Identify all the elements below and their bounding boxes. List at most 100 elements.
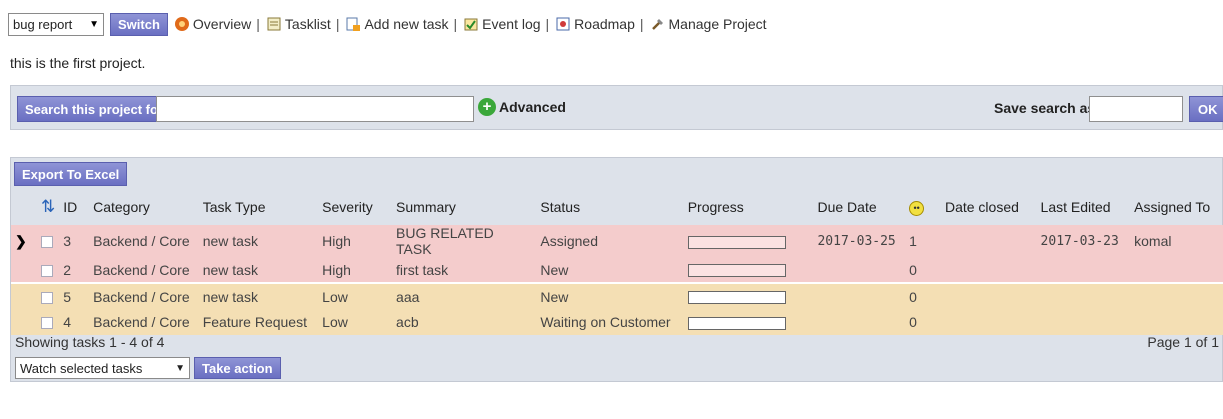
task-type: new task [198, 257, 319, 284]
task-last-edited: 2017-03-23 [1036, 225, 1131, 257]
smiley-icon: •• [909, 201, 925, 216]
column-header-due-date[interactable]: Due Date [813, 189, 905, 225]
column-header-assigned-to[interactable]: Assigned To [1130, 189, 1223, 225]
save-search-label: Save search as [994, 100, 1096, 116]
add-new-task-link[interactable]: Add new task [345, 16, 449, 32]
table-row[interactable]: 5 Backend / Core new task Low aaa New 0 [11, 283, 1223, 309]
task-summary-link[interactable]: first task [392, 257, 537, 284]
task-assigned-to [1130, 257, 1223, 284]
bulk-action-bar: Watch selected tasks ▼ Take action [11, 355, 1223, 381]
toggle-all-header[interactable]: ⇅ [37, 189, 59, 225]
column-header-task-type[interactable]: Task Type [199, 189, 318, 225]
column-header-summary[interactable]: Summary [392, 189, 536, 225]
progress-bar [687, 235, 786, 249]
manage-project-label: Manage Project [668, 16, 767, 32]
task-status: Assigned [536, 225, 684, 257]
add-task-icon [346, 17, 361, 31]
row-checkbox[interactable] [40, 236, 53, 249]
task-due-date [813, 257, 906, 284]
roadmap-label: Roadmap [574, 16, 635, 32]
bulk-action-value: Watch selected tasks [20, 360, 143, 376]
row-checkbox[interactable] [40, 291, 53, 304]
column-header-id[interactable]: ID [59, 189, 89, 225]
task-last-edited [1036, 309, 1131, 335]
separator: | [256, 16, 260, 32]
bulk-action-select[interactable]: Watch selected tasks ▼ [15, 357, 190, 379]
task-assigned-to: komal [1130, 225, 1223, 257]
task-id: 2 [59, 257, 90, 284]
task-progress [683, 283, 814, 309]
dropdown-arrow-icon: ▼ [89, 18, 99, 30]
task-due-date: 2017-03-25 [813, 225, 906, 257]
event-log-link[interactable]: Event log [463, 16, 541, 32]
project-select[interactable]: bug report ▼ [8, 12, 104, 36]
table-row[interactable]: 2 Backend / Core new task High first tas… [11, 257, 1223, 284]
chevron-right-icon: ❯ [15, 232, 27, 249]
task-date-closed [940, 225, 1037, 257]
separator: | [545, 16, 550, 32]
page-indicator: Page 1 of 1 [1147, 334, 1219, 350]
task-category: Backend / Core [89, 283, 199, 309]
row-checkbox-cell[interactable] [36, 225, 60, 257]
roadmap-link[interactable]: Roadmap [555, 16, 635, 32]
task-severity: High [318, 257, 393, 284]
row-checkbox[interactable] [40, 317, 53, 330]
task-last-edited [1036, 257, 1131, 284]
task-summary-link[interactable]: BUG RELATED TASK [392, 225, 537, 257]
search-project-button[interactable]: Search this project for [17, 96, 171, 122]
row-checkbox-cell[interactable] [36, 257, 60, 284]
task-date-closed [940, 309, 1037, 335]
row-checkbox-cell[interactable] [36, 283, 60, 309]
task-category: Backend / Core [89, 257, 199, 284]
tasklist-link[interactable]: Tasklist [266, 16, 331, 32]
project-toolbar: bug report ▼ Switch Overview | Tasklist … [8, 12, 767, 36]
row-checkbox-cell[interactable] [36, 309, 60, 335]
export-to-excel-button[interactable]: Export To Excel [14, 162, 128, 186]
column-header-date-closed[interactable]: Date closed [941, 189, 1037, 225]
separator: | [453, 16, 458, 32]
row-checkbox[interactable] [40, 264, 53, 277]
task-category: Backend / Core [89, 309, 199, 335]
save-search-input[interactable] [1089, 96, 1183, 122]
column-header-last-edited[interactable]: Last Edited [1037, 189, 1131, 225]
search-bar: Search this project for + Advanced Save … [10, 85, 1223, 130]
task-status: Waiting on Customer [536, 309, 684, 335]
search-input[interactable] [156, 96, 474, 122]
task-severity: High [318, 225, 393, 257]
table-row[interactable]: ❯ 3 Backend / Core new task High BUG REL… [11, 225, 1223, 257]
task-due-date [813, 283, 906, 309]
switch-button[interactable]: Switch [110, 12, 168, 36]
task-severity: Low [318, 309, 393, 335]
progress-bar [687, 316, 786, 330]
task-due-date [813, 309, 906, 335]
row-marker-header [11, 189, 37, 225]
column-header-status[interactable]: Status [536, 189, 683, 225]
separator: | [335, 16, 340, 32]
advanced-label: Advanced [499, 99, 566, 115]
column-header-category[interactable]: Category [89, 189, 199, 225]
manage-project-link[interactable]: Manage Project [650, 16, 767, 32]
overview-link[interactable]: Overview [174, 16, 251, 32]
refresh-icon[interactable]: ⇅ [41, 197, 55, 216]
task-summary-link[interactable]: acb [392, 309, 537, 335]
add-new-task-label: Add new task [364, 16, 449, 32]
column-header-severity[interactable]: Severity [318, 189, 392, 225]
table-row[interactable]: 4 Backend / Core Feature Request Low acb… [11, 309, 1223, 335]
task-date-closed [940, 257, 1037, 284]
advanced-search-link[interactable]: + Advanced [478, 98, 566, 116]
task-id: 4 [59, 309, 90, 335]
take-action-button[interactable]: Take action [194, 357, 281, 379]
task-votes: 1 [905, 225, 941, 257]
task-votes: 0 [905, 309, 941, 335]
task-type: Feature Request [198, 309, 319, 335]
task-progress [683, 257, 814, 284]
task-status: New [536, 283, 684, 309]
event-log-icon [464, 18, 478, 31]
task-list-panel: Export To Excel ⇅ ID Category Task Type … [10, 157, 1223, 382]
tasklist-icon [267, 17, 281, 31]
task-summary-link[interactable]: aaa [392, 283, 537, 309]
column-header-progress[interactable]: Progress [684, 189, 814, 225]
ok-button[interactable]: OK [1189, 96, 1223, 122]
column-header-votes[interactable]: •• [905, 189, 941, 225]
table-footer: Showing tasks 1 - 4 of 4 Page 1 of 1 [11, 333, 1223, 353]
